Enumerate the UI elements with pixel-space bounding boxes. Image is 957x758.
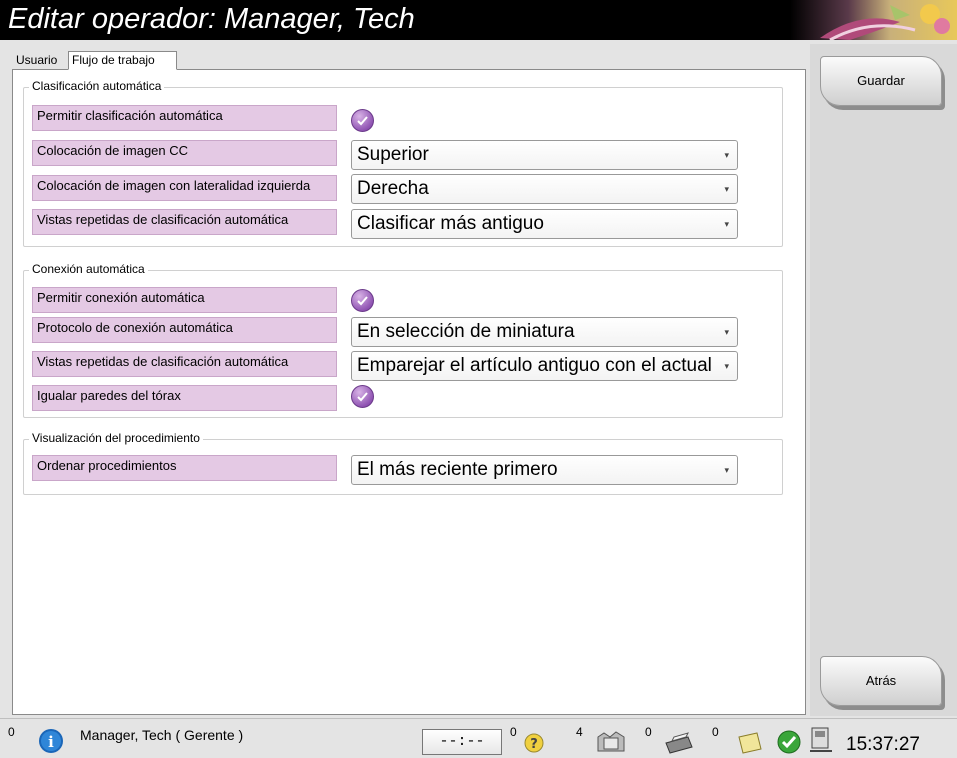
back-button[interactable]: Atrás: [820, 656, 942, 706]
tab-flujo-de-trabajo[interactable]: Flujo de trabajo: [68, 51, 177, 70]
select-value: Superior: [357, 144, 429, 165]
title-bar: Editar operador: Manager, Tech: [0, 0, 957, 40]
field-label: Colocación de imagen con lateralidad izq…: [32, 175, 337, 201]
user-label: Manager, Tech ( Gerente ): [80, 727, 244, 743]
notes-icon[interactable]: [735, 731, 765, 755]
chevron-down-icon: ▾: [724, 327, 729, 337]
status-ok-icon: [777, 730, 801, 754]
select-value: Derecha: [357, 178, 429, 199]
field-label: Vistas repetidas de clasificación automá…: [32, 209, 337, 235]
field-label: Igualar paredes del tórax: [32, 385, 337, 411]
chevron-down-icon: ▾: [724, 465, 729, 475]
group-title: Visualización del procedimiento: [29, 431, 203, 445]
action-sidebar: Guardar Atrás: [810, 44, 957, 716]
tab-usuario[interactable]: Usuario: [12, 51, 67, 69]
field-label: Permitir clasificación automática: [32, 105, 337, 131]
chevron-down-icon: ▾: [724, 184, 729, 194]
auto-hanging-group: Clasificación automática Permitir clasif…: [23, 79, 783, 247]
timer-display: --:--: [422, 729, 502, 755]
select-value: Emparejar el artículo antiguo con el act…: [357, 355, 712, 376]
field-label: Vistas repetidas de clasificación automá…: [32, 351, 337, 377]
help-icon[interactable]: ?: [522, 731, 546, 755]
cc-image-placement-select[interactable]: Superior ▾: [351, 140, 738, 170]
status-bar: 0 i Manager, Tech ( Gerente ) --:-- 0 ? …: [0, 718, 957, 758]
print-count: 0: [645, 725, 652, 739]
select-value: Clasificar más antiguo: [357, 213, 544, 234]
svg-text:?: ?: [530, 737, 538, 752]
info-icon[interactable]: i: [38, 728, 64, 754]
checkmark-icon: [357, 392, 368, 402]
queue-count: 4: [576, 725, 583, 739]
auto-pairing-group: Conexión automática Permitir conexión au…: [23, 262, 783, 418]
flower-banner-image: [790, 0, 957, 40]
allow-auto-pairing-checkbox[interactable]: [351, 289, 374, 312]
workflow-panel: Clasificación automática Permitir clasif…: [12, 69, 806, 715]
window-title: Editar operador: Manager, Tech: [8, 3, 415, 35]
allow-auto-hanging-checkbox[interactable]: [351, 109, 374, 132]
field-label: Ordenar procedimientos: [32, 455, 337, 481]
field-label: Protocolo de conexión automática: [32, 317, 337, 343]
chevron-down-icon: ▾: [724, 361, 729, 371]
svg-text:i: i: [48, 733, 54, 751]
clock: 15:37:27: [846, 734, 920, 755]
select-value: En selección de miniatura: [357, 321, 575, 342]
sort-procedures-select[interactable]: El más reciente primero ▾: [351, 455, 738, 485]
help-count: 0: [510, 725, 517, 739]
chevron-down-icon: ▾: [724, 150, 729, 160]
chevron-down-icon: ▾: [724, 219, 729, 229]
image-queue-icon[interactable]: [594, 729, 628, 755]
checkmark-icon: [357, 296, 368, 306]
field-label: Permitir conexión automática: [32, 287, 337, 313]
system-status-icon[interactable]: [806, 725, 838, 755]
group-title: Clasificación automática: [29, 79, 165, 93]
procedure-display-group: Visualización del procedimiento Ordenar …: [23, 431, 783, 495]
match-chest-walls-checkbox[interactable]: [351, 385, 374, 408]
group-title: Conexión automática: [29, 262, 148, 276]
output-count: 0: [712, 725, 719, 739]
select-value: El más reciente primero: [357, 459, 558, 480]
alert-count: 0: [8, 725, 15, 739]
field-label: Colocación de imagen CC: [32, 140, 337, 166]
save-button[interactable]: Guardar: [820, 56, 942, 106]
repeat-views-pairing-select[interactable]: Emparejar el artículo antiguo con el act…: [351, 351, 738, 381]
left-laterality-placement-select[interactable]: Derecha ▾: [351, 174, 738, 204]
auto-pairing-protocol-select[interactable]: En selección de miniatura ▾: [351, 317, 738, 347]
checkmark-icon: [357, 116, 368, 126]
repeat-views-hanging-select[interactable]: Clasificar más antiguo ▾: [351, 209, 738, 239]
printer-icon[interactable]: [660, 729, 696, 755]
